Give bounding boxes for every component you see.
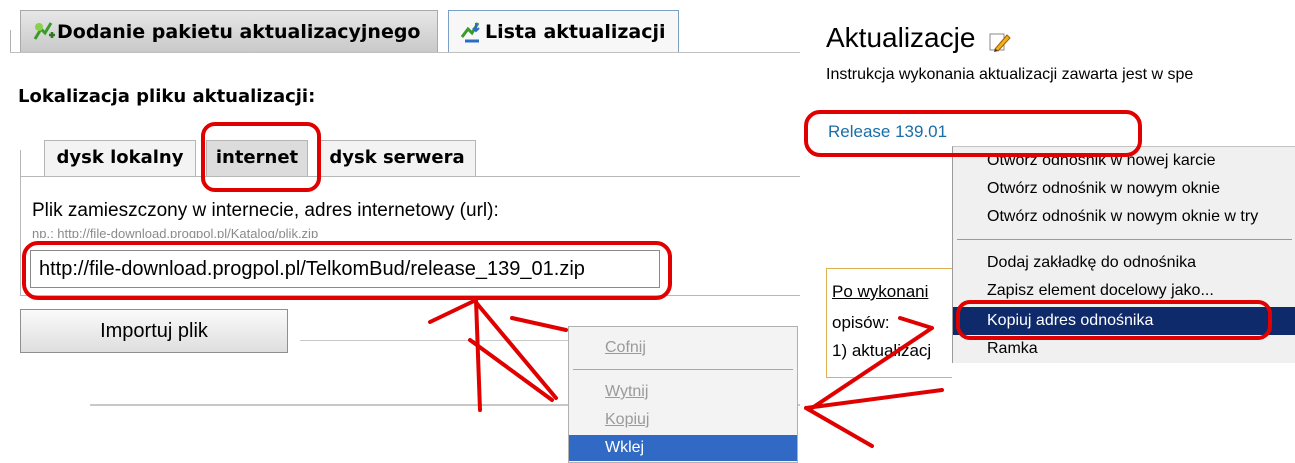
section-title: Lokalizacja pliku aktualizacji:	[18, 86, 316, 107]
link-context-menu: Otwórz odnośnik w nowej karcie Otwórz od…	[952, 146, 1295, 363]
tab-update-list-label: Lista aktualizacji	[485, 21, 666, 43]
menu-item-copy-link-address[interactable]: Kopiuj adres odnośnika	[953, 307, 1295, 335]
arrow-to-url-4	[468, 338, 554, 402]
page-description: Instrukcja wykonania aktualizacji zawart…	[826, 66, 1194, 83]
arrow-paste	[804, 388, 944, 448]
import-file-button[interactable]: Importuj plik	[20, 309, 288, 353]
instructions-line-1: Po wykonani	[832, 282, 929, 301]
menu-item-save-link-as[interactable]: Zapisz element docelowy jako...	[953, 277, 1295, 305]
url-label: Plik zamieszczony w internecie, adres in…	[32, 200, 499, 221]
tab-add-package-label: Dodanie pakietu aktualizacyjnego	[57, 21, 421, 43]
tab-update-list[interactable]: Lista aktualizacji	[448, 10, 679, 52]
release-link[interactable]: Release 139.01	[828, 122, 947, 142]
tabs-baseline	[10, 52, 800, 53]
url-input[interactable]	[30, 250, 660, 288]
tabs-left-border	[10, 30, 11, 52]
menu-item-undo[interactable]: Cofnij	[569, 335, 797, 361]
import-divider	[300, 340, 570, 341]
subtabs-left-border	[20, 150, 21, 176]
url-example-hint: np.: http://file-download.progpol.pl/Kat…	[32, 226, 319, 238]
menu-item-open-private-window[interactable]: Otwórz odnośnik w nowym oknie w try	[953, 203, 1295, 231]
menu-separator	[573, 369, 793, 370]
tab-local-disk[interactable]: dysk lokalny	[44, 140, 196, 176]
page-title: Aktualizacje	[826, 22, 1011, 60]
arrow-to-url-2	[472, 298, 558, 400]
menu-item-paste[interactable]: Wklej	[569, 435, 797, 461]
instructions-line-3: 1) aktualizacj	[832, 341, 932, 360]
menu-item-copy[interactable]: Kopiuj	[569, 407, 797, 433]
tab-server-disk[interactable]: dysk serwera	[318, 140, 476, 176]
instructions-line-2: opisów:	[832, 313, 890, 332]
list-download-icon	[459, 11, 485, 58]
menu-item-open-new-tab[interactable]: Otwórz odnośnik w nowej karcie	[953, 147, 1295, 175]
menu-item-open-new-window[interactable]: Otwórz odnośnik w nowym oknie	[953, 175, 1295, 203]
edit-pencil-icon[interactable]	[987, 28, 1011, 60]
arrow-to-url-1	[428, 298, 482, 412]
tab-internet[interactable]: internet	[206, 140, 308, 176]
tab-add-package[interactable]: Dodanie pakietu aktualizacyjnego	[20, 10, 438, 52]
menu-item-cut[interactable]: Wytnij	[569, 379, 797, 405]
arrow-to-url-3	[510, 316, 568, 332]
menu-item-bookmark-link[interactable]: Dodaj zakładkę do odnośnika	[953, 249, 1295, 277]
edit-context-menu: Cofnij Wytnij Kopiuj Wklej	[568, 326, 798, 463]
add-package-icon	[31, 11, 57, 58]
menu-item-frame[interactable]: Ramka	[953, 335, 1295, 363]
menu-separator	[957, 239, 1292, 240]
